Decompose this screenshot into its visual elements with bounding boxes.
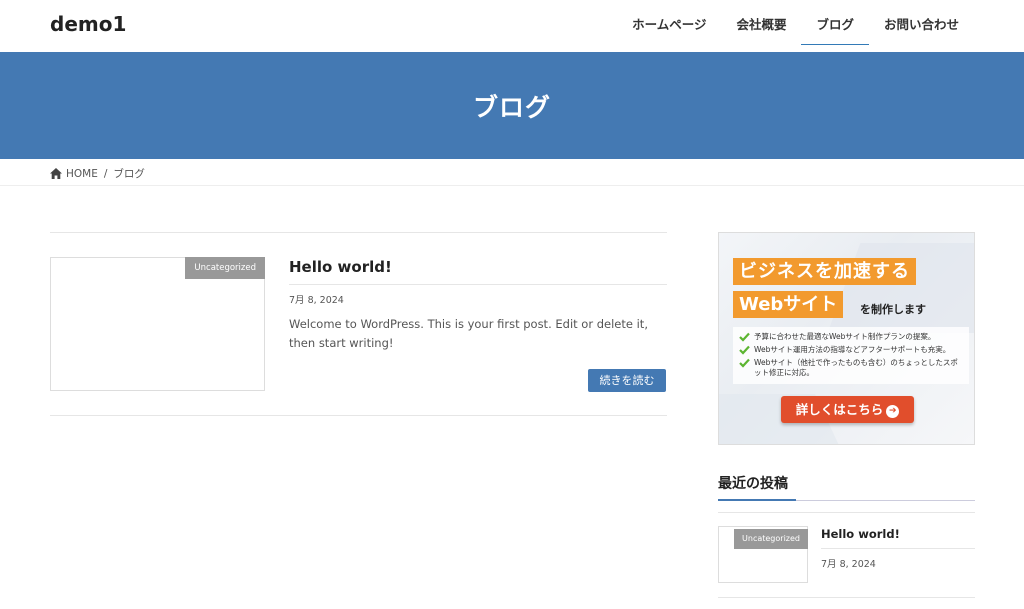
- check-icon: [739, 345, 750, 355]
- banner-check-text: 予算に合わせた最適なWebサイト制作プランの提案。: [754, 332, 936, 341]
- site-header: demo1 ホームページ 会社概要 ブログ お問い合わせ: [0, 0, 1024, 52]
- recent-posts-heading: 最近の投稿: [718, 476, 788, 492]
- page-header-band: ブログ: [0, 52, 1024, 159]
- nav-item-home[interactable]: ホームページ: [617, 0, 721, 52]
- banner-headline-suffix: を制作します: [860, 303, 926, 316]
- home-icon: [50, 168, 62, 179]
- banner-check-text: Webサイト運用方法の指導などアフターサポートも充実。: [754, 345, 951, 354]
- breadcrumb-separator: /: [103, 167, 108, 180]
- banner-headline-2: Webサイト: [733, 291, 844, 318]
- banner-check-item: Webサイト（他社で作ったものも含む）のちょっとしたスポット修正に対応。: [739, 358, 965, 378]
- main-nav: ホームページ 会社概要 ブログ お問い合わせ: [617, 0, 974, 52]
- recent-post-title[interactable]: Hello world!: [821, 527, 900, 541]
- post-divider-bottom: [50, 415, 667, 416]
- site-logo[interactable]: demo1: [50, 12, 126, 36]
- banner-background-shape: [827, 243, 974, 333]
- post-title-divider: [289, 284, 667, 285]
- breadcrumb-current: ブログ: [113, 168, 145, 180]
- post-date: 7月 8, 2024: [289, 295, 344, 306]
- check-icon: [739, 358, 750, 368]
- breadcrumb: HOME / ブログ: [0, 159, 1024, 186]
- recent-post-title-divider: [821, 548, 975, 549]
- recent-heading-accent: [718, 499, 796, 501]
- sidebar-banner[interactable]: ビジネスを加速する Webサイト を制作します 予算に合わせた最適なWebサイト…: [718, 232, 975, 445]
- recent-divider-bottom: [718, 597, 975, 598]
- banner-headline-1: ビジネスを加速する: [733, 258, 916, 285]
- nav-item-contact[interactable]: お問い合わせ: [869, 0, 974, 52]
- post-thumbnail[interactable]: Uncategorized: [50, 257, 265, 391]
- banner-cta-label: 詳しくはこちら: [795, 402, 884, 417]
- banner-cta-button[interactable]: 詳しくはこちら ➔: [781, 396, 914, 423]
- post-title[interactable]: Hello world!: [289, 258, 392, 276]
- recent-post-thumbnail[interactable]: Uncategorized: [718, 526, 808, 583]
- nav-item-blog[interactable]: ブログ: [801, 0, 869, 52]
- check-icon: [739, 332, 750, 342]
- recent-post-date: 7月 8, 2024: [821, 559, 876, 570]
- post-divider-top: [50, 232, 667, 233]
- arrow-right-circle-icon: ➔: [886, 405, 900, 418]
- banner-check-text: Webサイト（他社で作ったものも含む）のちょっとしたスポット修正に対応。: [754, 358, 958, 377]
- nav-item-company[interactable]: 会社概要: [721, 0, 801, 52]
- banner-check-item: 予算に合わせた最適なWebサイト制作プランの提案。: [739, 332, 965, 342]
- breadcrumb-home-link[interactable]: HOME: [66, 168, 98, 180]
- banner-check-item: Webサイト運用方法の指導などアフターサポートも充実。: [739, 345, 965, 355]
- post-category-badge[interactable]: Uncategorized: [185, 257, 265, 279]
- post-excerpt: Welcome to WordPress. This is your first…: [289, 317, 648, 350]
- page-title: ブログ: [472, 93, 551, 122]
- recent-divider-top: [718, 512, 975, 513]
- recent-post-category-badge[interactable]: Uncategorized: [734, 529, 808, 549]
- read-more-button[interactable]: 続きを読む: [588, 369, 666, 392]
- banner-checklist: 予算に合わせた最適なWebサイト制作プランの提案。 Webサイト運用方法の指導な…: [733, 327, 969, 384]
